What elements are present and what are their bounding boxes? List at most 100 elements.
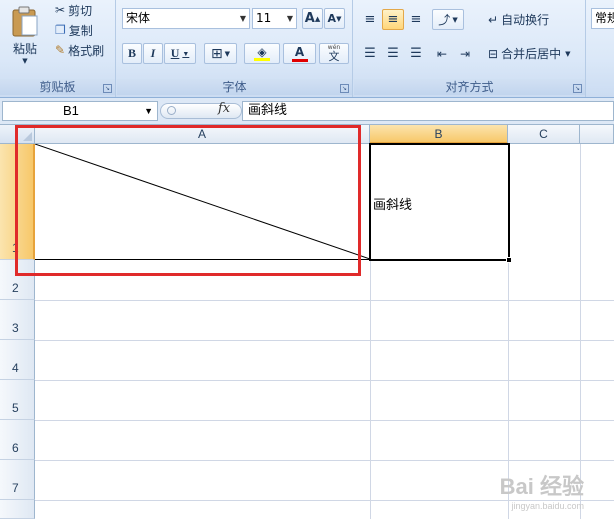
borders-button[interactable]: ⊞ ▼: [204, 43, 237, 64]
insert-function-icon[interactable]: fx: [218, 101, 230, 116]
underline-label: U: [170, 46, 180, 60]
gridline: [35, 460, 614, 461]
font-color-label: A: [294, 44, 305, 59]
merge-cells-icon: ⊟: [488, 46, 499, 61]
bold-button[interactable]: B: [122, 43, 142, 64]
fill-color-swatch: [254, 58, 270, 61]
align-center-icon: ☰: [387, 46, 399, 61]
watermark-logo: Bai 经验 jingyan.baidu.com: [499, 474, 584, 511]
border-grid-icon: ⊞: [210, 45, 223, 62]
decrease-indent-icon: ⇤: [436, 46, 448, 61]
font-name-combo[interactable]: 宋体 ▼: [122, 8, 250, 29]
align-top-button[interactable]: ≡: [359, 9, 381, 30]
chevron-down-icon: ▼: [22, 56, 28, 65]
align-middle-button[interactable]: ≡: [382, 9, 404, 30]
cut-label: 剪切: [68, 3, 93, 18]
chevron-down-icon: ▼: [182, 49, 190, 58]
font-group: 宋体 ▼ 11 ▼ A ▲ A ▼ B I U ▼ ⊞ ▼ ◈ A wén 文 …: [117, 0, 353, 97]
formula-bar: B1 ▼ fx 画斜线: [0, 98, 614, 125]
align-bottom-icon: ≡: [410, 12, 422, 27]
number-group: 常规: [587, 0, 614, 97]
row-header-8[interactable]: [0, 500, 35, 519]
clipboard-group: 粘贴 ▼ ✂ 剪切 ❐ 复制 ✎ 格式刷 剪贴板 ↘: [0, 0, 116, 97]
worksheet-grid: A B C 1 2 3 4 5 6 7 画斜线 Bai 经验 jingyan.b…: [0, 125, 614, 519]
font-size-value: 11: [256, 11, 272, 25]
copy-button[interactable]: ❐ 复制: [52, 21, 96, 39]
paint-bucket-icon: ◈: [257, 45, 267, 59]
alignment-launcher-icon[interactable]: ↘: [573, 84, 582, 93]
gridline: [35, 300, 614, 301]
wrap-text-button[interactable]: ↵ 自动换行: [484, 9, 553, 30]
chevron-down-icon: ▼: [452, 15, 458, 24]
clipboard-icon: [12, 6, 38, 36]
fill-handle[interactable]: [506, 257, 512, 263]
chevron-down-icon: ▼: [224, 49, 231, 58]
name-box-value: B1: [63, 103, 79, 118]
wrap-text-label: 自动换行: [501, 13, 550, 27]
underline-button[interactable]: U ▼: [164, 43, 196, 64]
fill-color-button[interactable]: ◈: [244, 43, 280, 64]
formula-input[interactable]: 画斜线: [242, 101, 614, 121]
paste-label: 粘贴: [12, 41, 37, 56]
circle-icon: [167, 106, 176, 115]
gridline: [580, 144, 581, 519]
font-group-label: 字体: [117, 79, 352, 95]
italic-button[interactable]: I: [143, 43, 163, 64]
row-header-7[interactable]: 7: [0, 460, 35, 500]
scissors-icon: ✂: [55, 3, 66, 17]
grow-font-label: A: [304, 11, 315, 26]
chevron-down-icon[interactable]: ▼: [144, 102, 153, 120]
orientation-button[interactable]: ⤴ ▼: [432, 9, 464, 30]
gridline: [35, 340, 614, 341]
active-cell-border: [369, 143, 510, 261]
alignment-group-label: 对齐方式: [354, 79, 585, 95]
italic-label: I: [150, 46, 156, 60]
column-header-d[interactable]: [580, 125, 614, 144]
highlight-box: [15, 125, 361, 276]
align-left-button[interactable]: ☰: [359, 43, 381, 64]
align-right-button[interactable]: ☰: [405, 43, 427, 64]
shrink-font-label: A: [327, 12, 337, 25]
text-orientation-icon: ⤴: [438, 13, 451, 27]
decrease-indent-button[interactable]: ⇤: [431, 43, 453, 64]
ribbon: 粘贴 ▼ ✂ 剪切 ❐ 复制 ✎ 格式刷 剪贴板 ↘ 宋体 ▼ 11 ▼ A▲: [0, 0, 614, 98]
format-painter-button[interactable]: ✎ 格式刷: [52, 41, 107, 59]
chevron-down-icon: ▼: [565, 49, 571, 58]
name-box[interactable]: B1 ▼: [2, 101, 158, 121]
align-middle-icon: ≡: [387, 12, 399, 27]
cut-button[interactable]: ✂ 剪切: [52, 1, 95, 19]
align-top-icon: ≡: [364, 12, 376, 27]
copy-label: 复制: [68, 23, 93, 38]
wrap-text-icon: ↵: [488, 12, 499, 27]
format-painter-label: 格式刷: [68, 43, 105, 58]
align-right-icon: ☰: [410, 46, 422, 61]
row-header-4[interactable]: 4: [0, 340, 35, 380]
column-header-b[interactable]: B: [370, 125, 508, 144]
increase-indent-button[interactable]: ⇥: [454, 43, 476, 64]
align-bottom-button[interactable]: ≡: [405, 9, 427, 30]
alignment-group: ≡ ≡ ≡ ⤴ ▼ ↵ 自动换行 ☰ ☰ ☰ ⇤ ⇥ ⊟ 合并后居中 ▼ 对齐方…: [354, 0, 586, 97]
align-center-button[interactable]: ☰: [382, 43, 404, 64]
paste-button[interactable]: 粘贴 ▼: [4, 2, 46, 68]
row-header-5[interactable]: 5: [0, 380, 35, 420]
shrink-font-button[interactable]: A ▼: [324, 8, 345, 29]
clipboard-launcher-icon[interactable]: ↘: [103, 84, 112, 93]
merge-center-button[interactable]: ⊟ 合并后居中 ▼: [484, 43, 574, 64]
increase-indent-icon: ⇥: [459, 46, 471, 61]
font-color-swatch: [291, 58, 308, 62]
font-size-combo[interactable]: 11 ▼: [252, 8, 297, 29]
phonetic-label: 文: [328, 50, 340, 63]
chevron-down-icon: ▼: [286, 14, 293, 23]
font-name-value: 宋体: [126, 11, 151, 25]
phonetic-button[interactable]: wén 文: [319, 43, 349, 64]
row-header-6[interactable]: 6: [0, 420, 35, 460]
gridline: [35, 380, 614, 381]
font-launcher-icon[interactable]: ↘: [340, 84, 349, 93]
chevron-down-icon: ▼: [239, 14, 246, 23]
grow-font-button[interactable]: A ▲: [302, 8, 323, 29]
column-header-c[interactable]: C: [508, 125, 580, 144]
number-format-value: 常规: [595, 11, 614, 25]
row-header-3[interactable]: 3: [0, 300, 35, 340]
font-color-button[interactable]: A: [283, 43, 316, 64]
number-format-combo[interactable]: 常规: [591, 8, 614, 29]
